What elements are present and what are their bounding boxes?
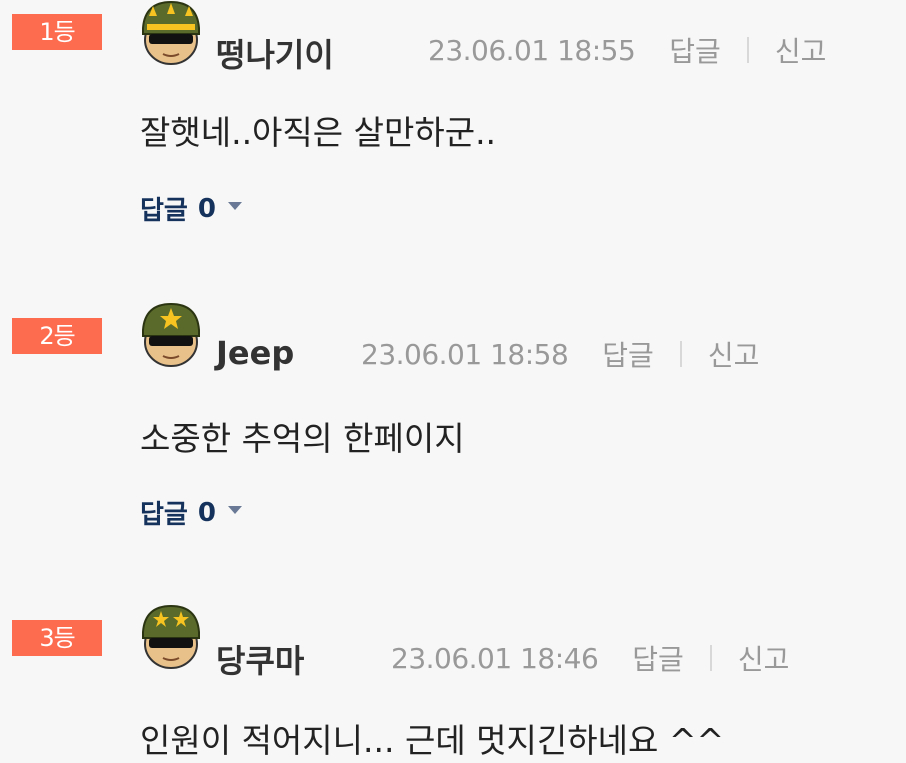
reply-button[interactable]: 답글 bbox=[632, 638, 684, 678]
report-button[interactable]: 신고 bbox=[708, 334, 760, 374]
user-avatar-icon[interactable] bbox=[137, 602, 205, 670]
reply-toggle-label: 답글 bbox=[140, 500, 188, 530]
comment-date: 23.06.01 18:46 bbox=[391, 641, 599, 675]
comment-date: 23.06.01 18:58 bbox=[361, 337, 569, 371]
comment-meta: 23.06.01 18:55 답글 신고 bbox=[428, 30, 826, 70]
comment-meta: 23.06.01 18:58 답글 신고 bbox=[361, 334, 759, 374]
comment-body: 소중한 추억의 한페이지 bbox=[140, 419, 465, 458]
comment-body: 잘햇네..아직은 살만하군.. bbox=[140, 113, 497, 152]
reply-count: 0 bbox=[197, 497, 216, 528]
reply-button[interactable]: 답글 bbox=[669, 30, 721, 70]
nickname[interactable]: 당쿠마 bbox=[216, 636, 304, 682]
divider bbox=[679, 341, 682, 367]
user-avatar-icon[interactable] bbox=[137, 300, 205, 368]
user-avatar-icon[interactable] bbox=[137, 0, 205, 66]
reply-count: 0 bbox=[197, 193, 216, 224]
divider bbox=[746, 37, 749, 63]
caret-down-icon bbox=[227, 201, 242, 210]
rank-badge: 2등 bbox=[12, 318, 102, 354]
divider bbox=[709, 645, 712, 671]
report-button[interactable]: 신고 bbox=[775, 30, 827, 70]
rank-badge: 1등 bbox=[12, 14, 102, 50]
nickname[interactable]: 떵나기이 bbox=[216, 30, 334, 76]
comment-meta: 23.06.01 18:46 답글 신고 bbox=[391, 638, 789, 678]
reply-toggle-button[interactable]: 답글 0 bbox=[140, 190, 242, 227]
reply-toggle-label: 답글 bbox=[140, 196, 188, 226]
reply-toggle-button[interactable]: 답글 0 bbox=[140, 494, 242, 531]
rank-badge: 3등 bbox=[12, 620, 102, 656]
comment-date: 23.06.01 18:55 bbox=[428, 33, 636, 67]
nickname[interactable]: Jeep bbox=[216, 334, 294, 372]
caret-down-icon bbox=[227, 505, 242, 514]
comment-body: 인원이 적어지니... 근데 멋지긴하네요 ^^ bbox=[140, 721, 725, 760]
report-button[interactable]: 신고 bbox=[738, 638, 790, 678]
reply-button[interactable]: 답글 bbox=[602, 334, 654, 374]
